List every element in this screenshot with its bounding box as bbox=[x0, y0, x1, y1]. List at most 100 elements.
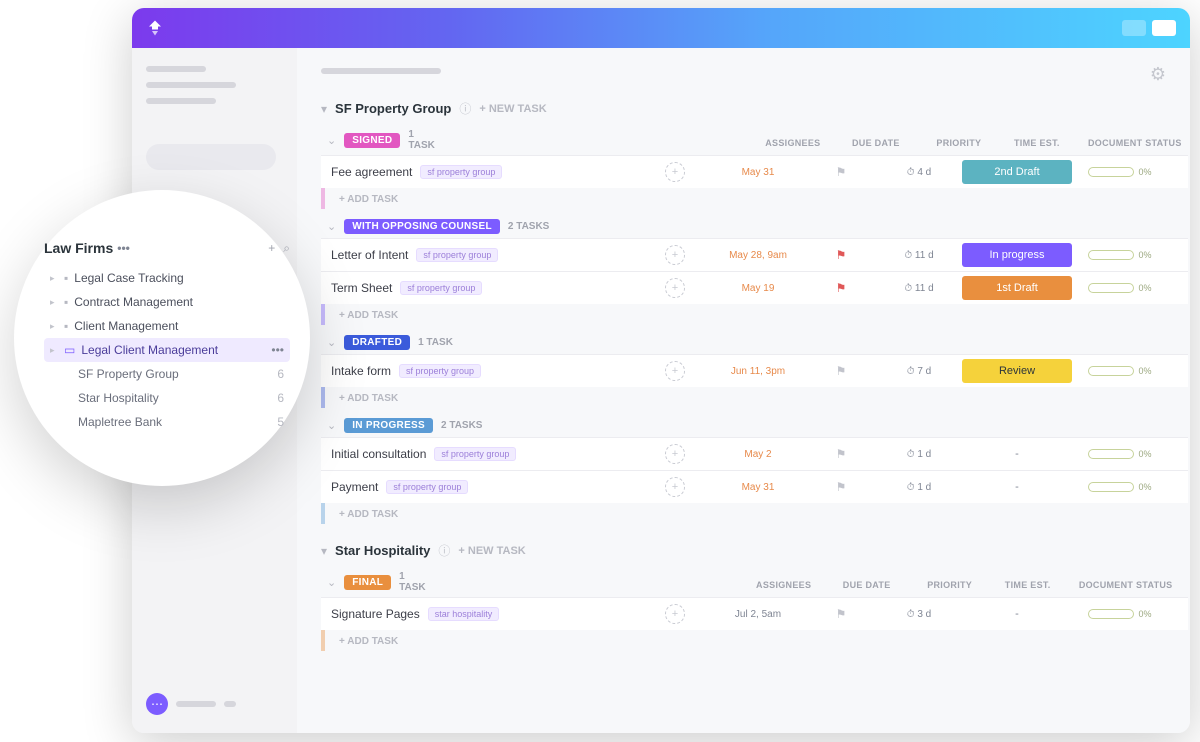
add-task-button[interactable]: + ADD TASK bbox=[325, 387, 398, 408]
task-row[interactable]: Intake form sf property group + Jun 11, 3… bbox=[321, 354, 1188, 387]
chat-icon[interactable]: ⋯ bbox=[146, 693, 168, 715]
group-name: SF Property Group bbox=[335, 101, 451, 116]
task-row[interactable]: Initial consultationsf property group + … bbox=[321, 437, 1188, 470]
time-estimate[interactable]: ⏱ 1 d bbox=[884, 449, 954, 460]
add-task-button[interactable]: + ADD TASK bbox=[325, 503, 398, 524]
folder-icon: ▪ bbox=[64, 271, 68, 285]
group-header[interactable]: ▾SF Property Groupⓘ+ NEW TASK bbox=[321, 100, 1166, 117]
document-status[interactable]: Review bbox=[962, 359, 1072, 383]
sidebar-item[interactable]: ▸▪Legal Case Tracking bbox=[44, 266, 290, 290]
task-row[interactable]: Paymentsf property group + May 31 ⚑ ⏱ 1 … bbox=[321, 470, 1188, 503]
search-icon[interactable]: ⌕ bbox=[283, 241, 290, 256]
group-header[interactable]: ▾Star Hospitalityⓘ+ NEW TASK bbox=[321, 542, 1166, 559]
task-title: Intake form bbox=[331, 364, 391, 378]
due-date[interactable]: May 31 bbox=[718, 482, 798, 493]
priority-flag-icon[interactable]: ⚑ bbox=[806, 480, 876, 494]
status-header[interactable]: ⌄SIGNED1 TASK bbox=[321, 125, 435, 155]
assignee-add-icon[interactable]: + bbox=[665, 162, 685, 182]
task-tag[interactable]: sf property group bbox=[434, 447, 516, 461]
new-task-button[interactable]: + NEW TASK bbox=[479, 103, 546, 115]
search-placeholder[interactable] bbox=[146, 144, 276, 170]
sidebar-item[interactable]: ▸▪Client Management bbox=[44, 314, 290, 338]
sidebar-list-item[interactable]: Mapletree Bank5 bbox=[72, 410, 290, 434]
space-title[interactable]: Law Firms••• bbox=[44, 240, 130, 256]
info-icon[interactable]: ⓘ bbox=[438, 542, 450, 559]
task-tag[interactable]: sf property group bbox=[420, 165, 502, 179]
status-header[interactable]: ⌄WITH OPPOSING COUNSEL2 TASKS bbox=[321, 215, 549, 238]
due-date[interactable]: Jul 2, 5am bbox=[718, 609, 798, 620]
time-estimate[interactable]: ⏱ 4 d bbox=[884, 167, 954, 178]
assignee-add-icon[interactable]: + bbox=[665, 245, 685, 265]
priority-flag-icon[interactable]: ⚑ bbox=[806, 281, 876, 295]
priority-flag-icon[interactable]: ⚑ bbox=[806, 607, 876, 621]
due-date[interactable]: May 28, 9am bbox=[718, 250, 798, 261]
document-status[interactable]: - bbox=[962, 442, 1072, 466]
assignee-add-icon[interactable]: + bbox=[665, 444, 685, 464]
time-estimate[interactable]: ⏱ 1 d bbox=[884, 482, 954, 493]
task-tag[interactable]: star hospitality bbox=[428, 607, 500, 621]
priority-flag-icon[interactable]: ⚑ bbox=[806, 165, 876, 179]
task-row[interactable]: Letter of Intentsf property group + May … bbox=[321, 238, 1188, 271]
more-icon[interactable]: ••• bbox=[117, 241, 130, 255]
progress-cell[interactable]: 0% bbox=[1080, 167, 1160, 177]
progress-cell[interactable]: 0% bbox=[1080, 283, 1160, 293]
due-date[interactable]: May 31 bbox=[718, 167, 798, 178]
space-popover: Law Firms••• + ⌕ ▸▪Legal Case Tracking▸▪… bbox=[14, 190, 310, 486]
time-estimate[interactable]: ⏱ 7 d bbox=[884, 366, 954, 377]
add-task-button[interactable]: + ADD TASK bbox=[325, 630, 398, 651]
more-icon[interactable]: ••• bbox=[271, 343, 284, 357]
due-date[interactable]: May 2 bbox=[718, 449, 798, 460]
gear-icon[interactable]: ⚙ bbox=[1150, 64, 1166, 85]
folder-icon: ▪ bbox=[64, 319, 68, 333]
topbar-button-a[interactable] bbox=[1122, 20, 1146, 36]
add-space-icon[interactable]: + bbox=[268, 241, 275, 256]
sidebar-item[interactable]: ▸▪Contract Management bbox=[44, 290, 290, 314]
column-headers: ASSIGNEESDUE DATEPRIORITYTIME EST.DOCUME… bbox=[426, 580, 1190, 597]
priority-flag-icon[interactable]: ⚑ bbox=[806, 248, 876, 262]
progress-cell[interactable]: 0% bbox=[1080, 449, 1160, 459]
assignee-add-icon[interactable]: + bbox=[665, 477, 685, 497]
group-name: Star Hospitality bbox=[335, 543, 430, 558]
due-date[interactable]: May 19 bbox=[718, 283, 798, 294]
time-estimate[interactable]: ⏱ 11 d bbox=[884, 283, 954, 294]
progress-cell[interactable]: 0% bbox=[1080, 609, 1160, 619]
document-status[interactable]: - bbox=[962, 475, 1072, 499]
status-header[interactable]: ⌄DRAFTED1 TASK bbox=[321, 331, 453, 354]
task-tag[interactable]: sf property group bbox=[386, 480, 468, 494]
add-task-button[interactable]: + ADD TASK bbox=[325, 304, 398, 325]
document-status[interactable]: In progress bbox=[962, 243, 1072, 267]
assignee-add-icon[interactable]: + bbox=[665, 604, 685, 624]
priority-flag-icon[interactable]: ⚑ bbox=[806, 364, 876, 378]
topbar-button-b[interactable] bbox=[1152, 20, 1176, 36]
new-task-button[interactable]: + NEW TASK bbox=[458, 545, 525, 557]
document-status[interactable]: 2nd Draft bbox=[962, 160, 1072, 184]
due-date[interactable]: Jun 11, 3pm bbox=[718, 366, 798, 377]
time-estimate[interactable]: ⏱ 3 d bbox=[884, 609, 954, 620]
task-row[interactable]: Fee agreementsf property group + May 31 … bbox=[321, 155, 1188, 188]
task-row[interactable]: Term Sheetsf property group + May 19 ⚑ ⏱… bbox=[321, 271, 1188, 304]
sidebar-list-item[interactable]: Star Hospitality6 bbox=[72, 386, 290, 410]
progress-cell[interactable]: 0% bbox=[1080, 250, 1160, 260]
time-estimate[interactable]: ⏱ 11 d bbox=[884, 250, 954, 261]
priority-flag-icon[interactable]: ⚑ bbox=[806, 447, 876, 461]
progress-cell[interactable]: 0% bbox=[1080, 366, 1160, 376]
status-header[interactable]: ⌄IN PROGRESS2 TASKS bbox=[321, 414, 482, 437]
sidebar-item[interactable]: ▸▭Legal Client Management••• bbox=[44, 338, 290, 362]
task-row[interactable]: Signature Pagesstar hospitality + Jul 2,… bbox=[321, 597, 1188, 630]
progress-cell[interactable]: 0% bbox=[1080, 482, 1160, 492]
info-icon[interactable]: ⓘ bbox=[459, 100, 471, 117]
task-tag[interactable]: sf property group bbox=[400, 281, 482, 295]
skeleton-line bbox=[176, 701, 216, 707]
list-item-count: 5 bbox=[277, 415, 284, 429]
task-tag[interactable]: sf property group bbox=[416, 248, 498, 262]
task-tag[interactable]: sf property group bbox=[399, 364, 481, 378]
sidebar-list-item[interactable]: SF Property Group6 bbox=[72, 362, 290, 386]
task-count: 2 TASKS bbox=[441, 420, 483, 431]
document-status[interactable]: 1st Draft bbox=[962, 276, 1072, 300]
assignee-add-icon[interactable]: + bbox=[665, 361, 685, 381]
status-color-bar bbox=[321, 188, 325, 209]
status-header[interactable]: ⌄FINAL1 TASK bbox=[321, 567, 426, 597]
assignee-add-icon[interactable]: + bbox=[665, 278, 685, 298]
document-status[interactable]: - bbox=[962, 602, 1072, 626]
add-task-button[interactable]: + ADD TASK bbox=[325, 188, 398, 209]
